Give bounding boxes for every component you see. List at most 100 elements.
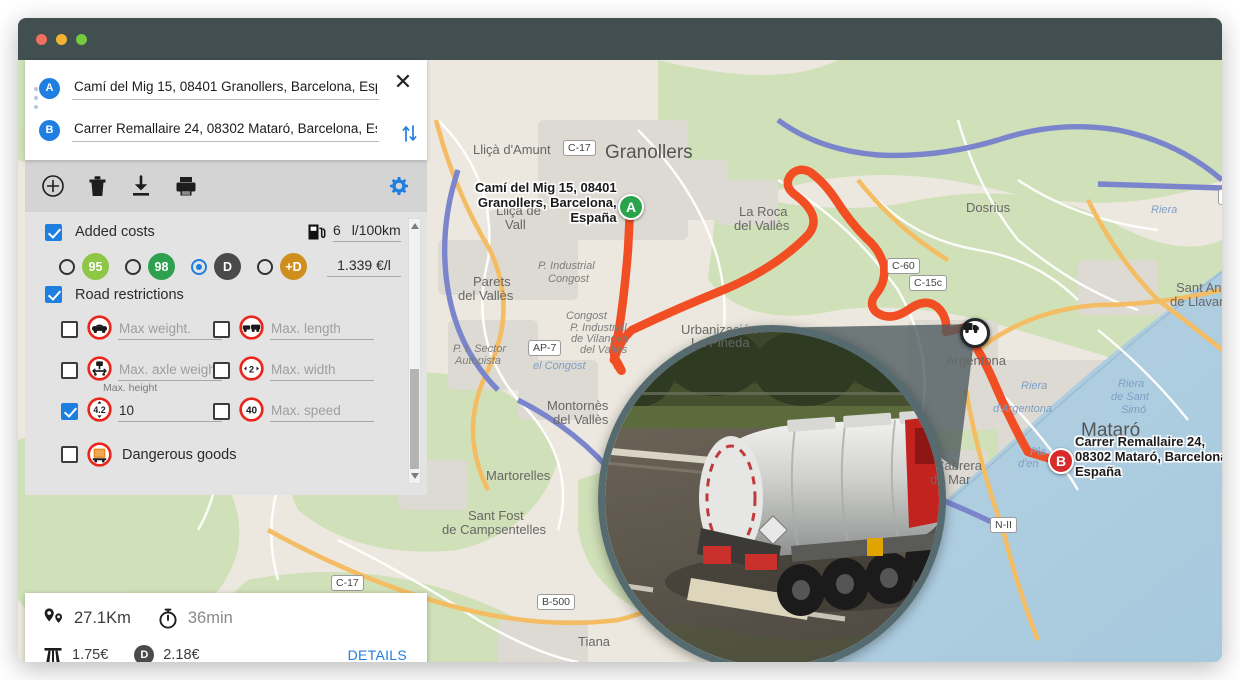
max-weight-input[interactable] [118,321,222,340]
options-scrollbar[interactable] [408,218,421,484]
route-toolbar [25,160,427,212]
max-length-checkbox[interactable] [213,321,230,338]
scroll-up-arrow-icon[interactable] [411,223,419,229]
fuel-chip-98[interactable]: 98 [148,253,175,280]
minimize-window-button[interactable] [56,33,67,45]
origin-callout-line3: España [570,210,617,225]
added-costs-checkbox[interactable] [45,223,62,241]
fuel-type-selector: 95 98 D +D 1.339 €/l [59,253,401,280]
stopwatch-icon [159,608,177,629]
origin-row: A [39,76,409,100]
max-speed-input[interactable] [270,403,374,422]
fuel-pump-icon [308,224,326,240]
route-distance-icon [44,608,62,623]
fuel-chip-95[interactable]: 95 [82,253,109,280]
max-length-sign-icon [239,315,264,340]
destination-map-pin[interactable]: B [1048,448,1074,474]
map-road-shield: C-17 [563,140,596,156]
print-route-button[interactable] [174,174,198,198]
scrollbar-thumb[interactable] [410,369,419,469]
ab-connector [34,87,38,109]
restriction-max-weight [61,315,222,340]
swap-endpoints-button[interactable] [402,124,417,146]
max-axle-weight-checkbox[interactable] [61,362,78,379]
summary-line-distance-duration: 27.1Km 36min [43,607,409,629]
gear-icon [390,177,408,195]
max-height-checkbox[interactable] [61,403,78,420]
fuel-radio-98[interactable] [125,258,141,275]
origin-input[interactable] [72,76,379,100]
max-height-input[interactable] [118,403,222,422]
dangerous-goods-row: Dangerous goods [61,442,401,467]
route-panel: ✕ A B [25,60,427,495]
toll-cost-item: 1.75€ [43,645,108,662]
toll-icon [44,648,62,662]
close-window-button[interactable] [36,33,47,45]
delete-route-button[interactable] [87,174,108,198]
duration-value: 36min [187,608,233,627]
fuel-radio-95[interactable] [59,258,75,275]
distance-item: 27.1Km [43,607,131,629]
dangerous-goods-label: Dangerous goods [122,446,237,463]
map-road-shield: N-II [990,517,1017,533]
map-road-shield: C-60 [887,258,920,274]
route-summary-card: 27.1Km 36min 1.75€ D 2.18€ DETAILS [25,593,427,662]
road-restrictions-checkbox[interactable] [45,286,62,303]
map-road-shield: C-15c [909,275,948,291]
destination-callout-line3: España [1075,464,1122,479]
map-road-shield: B-500 [537,594,576,610]
max-axle-weight-sign-icon [87,356,112,381]
truck-waypoint-marker[interactable] [960,318,990,348]
fuel-chip-diesel[interactable]: D [214,253,241,280]
add-waypoint-button[interactable] [41,174,65,198]
title-bar [18,18,1222,60]
max-width-input[interactable] [270,362,374,381]
restriction-max-height: Max. height 4.2 [61,382,222,422]
fuel-radio-diesel[interactable] [191,258,207,275]
added-costs-label: Added costs [75,224,155,240]
max-weight-checkbox[interactable] [61,321,78,338]
origin-map-pin[interactable]: A [618,194,644,220]
download-route-button[interactable] [130,174,152,198]
max-length-input[interactable] [270,321,374,340]
destination-input[interactable] [72,118,379,142]
max-weight-sign-icon [87,315,112,340]
max-speed-sign-icon: 40 [239,397,264,422]
truck-photo [605,332,939,662]
fuel-consumption-unit: l/100km [351,222,401,238]
destination-map-callout: Carrer Remallaire 24, 08302 Mataró, Barc… [1075,434,1222,479]
fuel-price-field[interactable]: 1.339 €/l [327,257,401,277]
map-road-shield: C-17 [331,575,364,591]
restriction-max-speed: 40 [213,397,374,422]
toll-cost-value: 1.75€ [72,647,109,662]
printer-icon [176,177,196,196]
dangerous-goods-checkbox[interactable] [61,446,78,463]
road-restrictions-row: Road restrictions [45,286,401,303]
max-axle-weight-input[interactable] [118,362,222,381]
added-costs-row: Added costs 6 l/100km [45,222,401,242]
details-link[interactable]: DETAILS [348,647,409,662]
fuel-type-chip: D [134,645,155,662]
origin-map-callout: Camí del Mig 15, 08401 Granollers, Barce… [475,180,617,225]
fuel-cost-item: D 2.18€ [134,645,200,662]
restriction-max-width: 2 [213,356,374,381]
destination-row: B [39,118,409,142]
max-speed-checkbox[interactable] [213,403,230,420]
destination-badge: B [39,119,60,141]
origin-callout-line2: Granollers, Barcelona, [477,195,617,210]
truck-photo-bubble [598,325,946,662]
restriction-max-axle-weight [61,356,222,381]
scroll-down-arrow-icon[interactable] [411,473,419,479]
truck-icon [963,323,979,334]
maximize-window-button[interactable] [76,33,87,45]
origin-badge: A [39,77,60,99]
summary-line-costs: 1.75€ D 2.18€ DETAILS [43,645,409,662]
swap-icon [402,125,417,142]
fuel-consumption-field[interactable]: 6 l/100km [333,222,401,242]
svg-text:2: 2 [249,365,254,375]
max-width-checkbox[interactable] [213,362,230,379]
max-height-mini-label: Max. height [103,382,158,394]
fuel-chip-diesel-plus[interactable]: +D [280,253,307,280]
fuel-radio-diesel-plus[interactable] [257,258,273,275]
settings-button[interactable] [387,174,411,198]
